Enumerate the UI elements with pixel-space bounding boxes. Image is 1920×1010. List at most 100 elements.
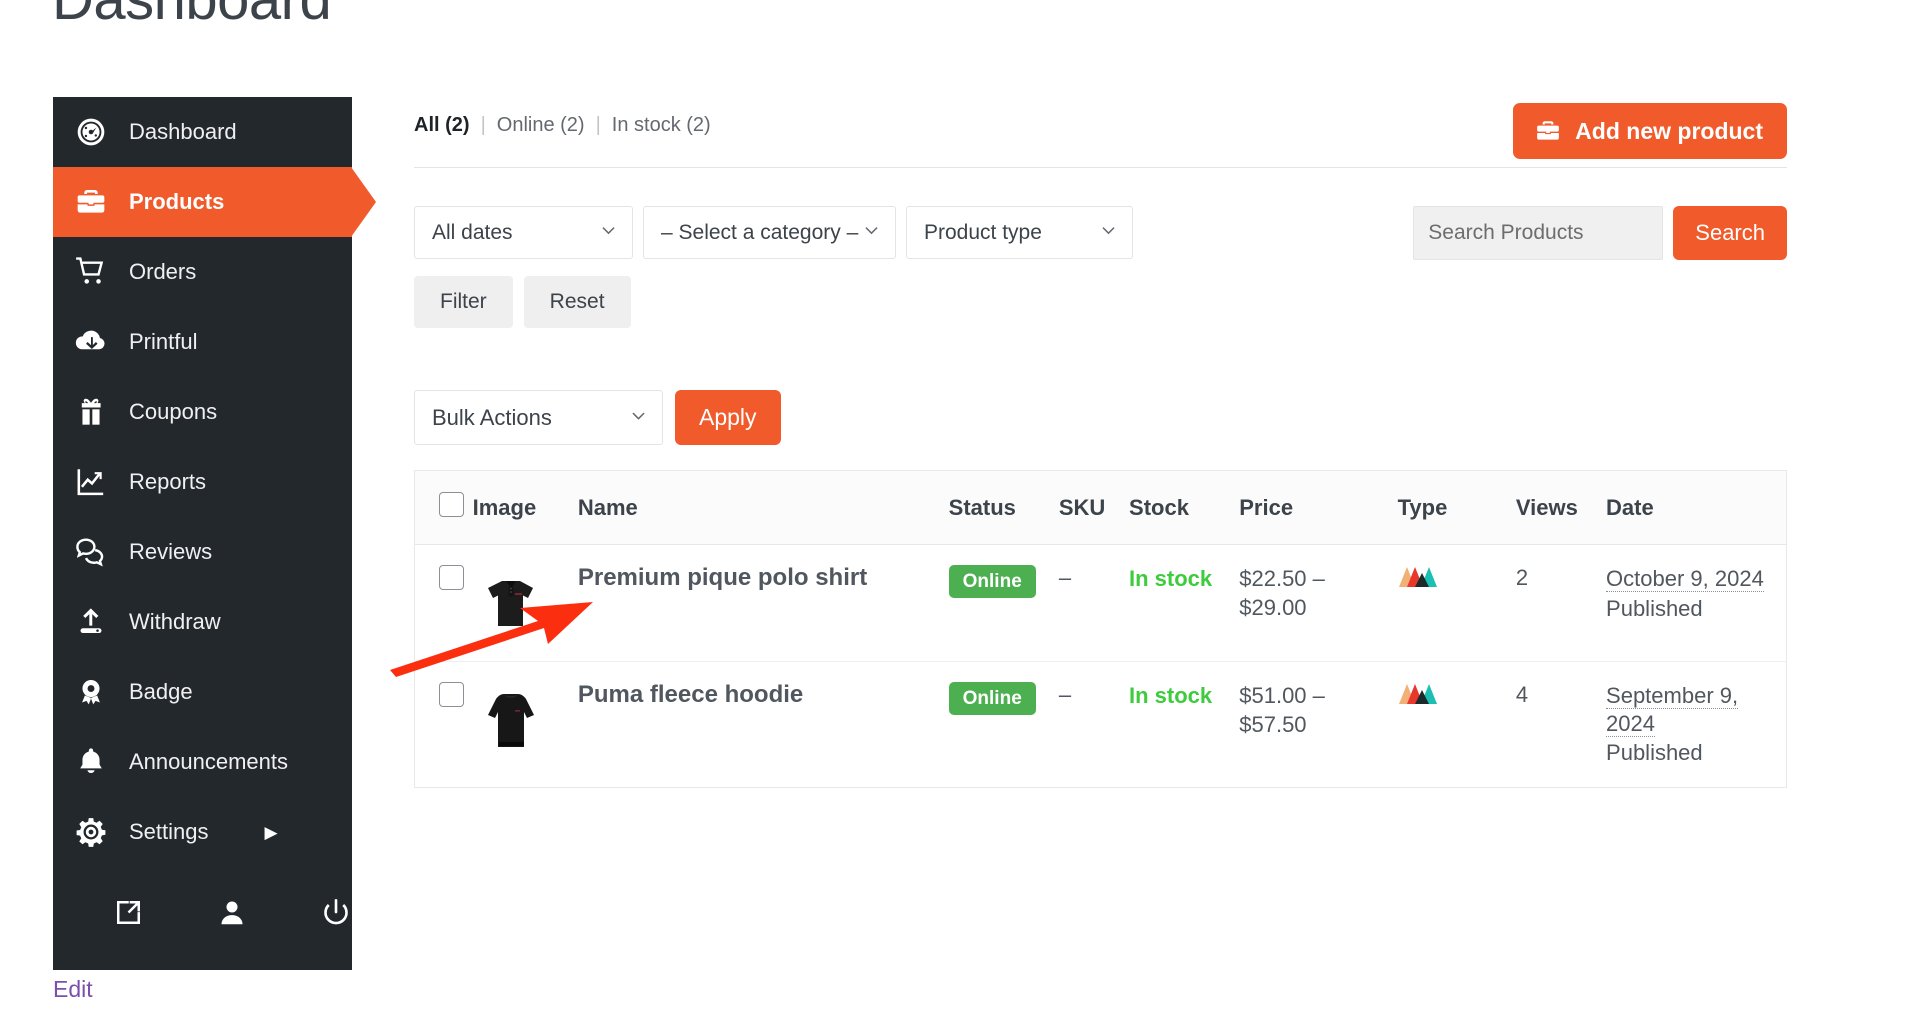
sidebar-item-dashboard[interactable]: Dashboard <box>53 97 352 167</box>
user-icon[interactable] <box>217 898 247 928</box>
app-root: Dashboard Dashboard <box>0 0 1920 1010</box>
add-new-product-label: Add new product <box>1575 117 1763 144</box>
page-title: Dashboard <box>52 0 332 33</box>
row-views-cell: 2 <box>1515 544 1607 662</box>
date-value: October 9, 2024 <box>1606 566 1764 592</box>
row-select-cell <box>414 544 473 662</box>
row-status-cell: Online <box>948 662 1059 788</box>
stock-value: In stock <box>1129 683 1213 708</box>
row-name-cell: Premium pique polo shirt <box>577 544 949 662</box>
view-filter-links: All (2) | Online (2) | In stock (2) Add … <box>414 97 1787 159</box>
filters-row: All dates – Select a category – Product … <box>414 206 1787 260</box>
table-row: Puma fleece hoodie Online – In stock $51… <box>415 662 1787 788</box>
sidebar-item-badge[interactable]: Badge <box>53 657 352 727</box>
row-date-cell: September 9, 2024 Published <box>1606 662 1786 788</box>
sidebar-item-printful[interactable]: Printful <box>53 307 352 377</box>
header-image: Image <box>472 470 578 545</box>
product-type-filter-value: Product type <box>924 220 1042 244</box>
header-stock: Stock <box>1129 470 1240 545</box>
date-wrapper: September 9, 2024 Published <box>1606 682 1786 767</box>
search-input[interactable] <box>1413 206 1664 260</box>
sidebar-item-label: Settings <box>129 819 209 844</box>
edit-link[interactable]: Edit <box>53 976 93 1003</box>
sidebar-item-label: Dashboard <box>129 119 237 144</box>
row-date-cell: October 9, 2024 Published <box>1606 544 1787 662</box>
power-icon[interactable] <box>321 898 351 928</box>
sidebar-bottom-icons <box>53 867 352 959</box>
reset-button[interactable]: Reset <box>523 276 631 328</box>
select-all-checkbox[interactable] <box>439 492 464 517</box>
filter-actions-row: Filter Reset <box>414 276 1787 328</box>
view-link-online[interactable]: Online (2) <box>497 114 585 137</box>
row-sku-cell: – <box>1058 544 1130 662</box>
view-link-all[interactable]: All (2) <box>414 114 470 137</box>
row-checkbox[interactable] <box>439 682 464 707</box>
date-status: Published <box>1606 595 1703 621</box>
stock-value: In stock <box>1129 566 1213 591</box>
products-table-head: Image Name Status SKU Stock Price Type V… <box>414 470 1787 545</box>
add-new-product-button[interactable]: Add new product <box>1513 103 1787 159</box>
header-sku[interactable]: SKU <box>1058 470 1130 545</box>
main-content: All (2) | Online (2) | In stock (2) Add … <box>414 97 1787 788</box>
search-area: Search <box>1413 206 1787 260</box>
printful-mountains-icon <box>1398 567 1440 594</box>
date-filter-select[interactable]: All dates <box>414 206 633 259</box>
sidebar-item-withdraw[interactable]: Withdraw <box>53 587 352 657</box>
date-value: September 9, 2024 <box>1606 683 1739 737</box>
table-header-row: Image Name Status SKU Stock Price Type V… <box>414 470 1787 545</box>
sidebar-item-announcements[interactable]: Announcements <box>53 727 352 797</box>
header-price[interactable]: Price <box>1239 470 1398 545</box>
header-name[interactable]: Name <box>577 470 949 545</box>
sidebar: Dashboard Products Orders Printful Coupo… <box>53 97 376 970</box>
sidebar-item-reviews[interactable]: Reviews <box>53 517 352 587</box>
sidebar-item-settings[interactable]: Settings ▶ <box>53 797 352 867</box>
chevron-right-icon[interactable]: ▶ <box>265 824 278 841</box>
select-all-header <box>414 470 473 545</box>
status-badge: Online <box>948 682 1036 715</box>
row-image-cell <box>472 662 578 788</box>
row-select-cell <box>415 662 473 788</box>
row-image-cell <box>472 544 578 662</box>
sidebar-item-label: Reports <box>129 469 207 494</box>
external-link-icon[interactable] <box>113 898 143 928</box>
product-name-link[interactable]: Puma fleece hoodie <box>578 681 803 708</box>
header-date[interactable]: Date <box>1606 470 1787 545</box>
sidebar-item-label: Printful <box>129 329 198 354</box>
chart-line-icon <box>53 465 129 499</box>
date-wrapper: October 9, 2024 Published <box>1606 565 1786 622</box>
comments-icon <box>53 535 129 569</box>
chevron-down-icon <box>1099 220 1118 245</box>
sidebar-item-label: Coupons <box>129 399 218 424</box>
header-status: Status <box>948 470 1059 545</box>
product-thumbnail[interactable] <box>472 682 549 758</box>
table-row: Premium pique polo shirt Online – In sto… <box>414 544 1787 662</box>
product-name-link[interactable]: Premium pique polo shirt <box>578 564 867 591</box>
briefcase-icon <box>53 186 129 218</box>
upload-icon <box>53 605 129 639</box>
bulk-actions-row: Bulk Actions Apply <box>414 390 1787 445</box>
chevron-down-icon <box>629 405 648 431</box>
sidebar-item-reports[interactable]: Reports <box>53 447 352 517</box>
product-thumbnail[interactable] <box>472 565 549 641</box>
bulk-actions-select[interactable]: Bulk Actions <box>414 390 663 445</box>
search-button[interactable]: Search <box>1673 206 1787 260</box>
apply-button[interactable]: Apply <box>675 390 781 445</box>
status-badge: Online <box>948 565 1036 598</box>
product-type-filter-select[interactable]: Product type <box>906 206 1133 259</box>
products-table-body: Premium pique polo shirt Online – In sto… <box>414 544 1787 788</box>
category-filter-select[interactable]: – Select a category – <box>643 206 896 259</box>
products-table: Image Name Status SKU Stock Price Type V… <box>414 470 1787 788</box>
price-value: $51.00 – $57.50 <box>1239 683 1325 737</box>
sidebar-item-coupons[interactable]: Coupons <box>53 377 352 447</box>
row-views-cell: 4 <box>1516 662 1606 788</box>
date-filter-value: All dates <box>432 220 513 244</box>
sidebar-item-orders[interactable]: Orders <box>53 237 352 307</box>
row-stock-cell: In stock <box>1129 662 1239 788</box>
row-sku-cell: – <box>1059 662 1129 788</box>
view-link-in-stock[interactable]: In stock (2) <box>612 114 711 137</box>
sidebar-item-products[interactable]: Products <box>53 167 376 237</box>
row-checkbox[interactable] <box>439 565 464 590</box>
price-value: $22.50 – $29.00 <box>1239 566 1325 620</box>
filter-button[interactable]: Filter <box>414 276 513 328</box>
chevron-down-icon <box>599 220 618 245</box>
